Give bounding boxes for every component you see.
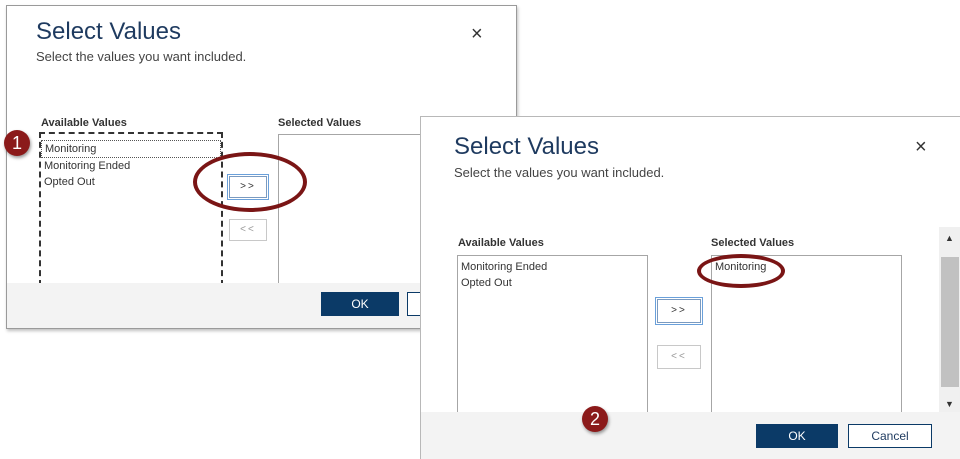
remove-button[interactable]: << — [657, 345, 701, 369]
select-values-dialog-step2: Select Values Select the values you want… — [420, 116, 960, 459]
dialog-footer: OK Cancel — [421, 412, 960, 459]
ok-button[interactable]: OK — [321, 292, 399, 316]
selected-values-list[interactable] — [278, 134, 440, 284]
remove-button[interactable]: << — [229, 219, 267, 241]
list-item-monitoring-ended[interactable]: Monitoring Ended — [458, 259, 647, 275]
selected-values-label: Selected Values — [711, 237, 795, 249]
highlight-add-button-ellipse — [193, 152, 307, 212]
scrollbar[interactable]: ▲ ▼ — [939, 227, 960, 417]
dialog-title: Select Values — [36, 18, 181, 45]
close-icon[interactable]: × — [471, 24, 483, 44]
cancel-button[interactable]: Cancel — [848, 424, 932, 448]
available-values-list[interactable]: Monitoring Ended Opted Out — [457, 255, 648, 417]
list-item-monitoring[interactable]: Monitoring — [41, 140, 221, 158]
scroll-down-icon[interactable]: ▼ — [945, 399, 954, 409]
close-icon[interactable]: × — [915, 137, 927, 157]
step-2-badge: 2 — [582, 406, 608, 432]
available-values-list[interactable]: Monitoring Monitoring Ended Opted Out — [39, 132, 223, 286]
highlight-selected-monitoring-ellipse — [697, 254, 785, 288]
add-button[interactable]: >> — [655, 297, 703, 325]
available-values-label: Available Values — [41, 117, 127, 129]
scroll-up-icon[interactable]: ▲ — [945, 233, 954, 243]
available-values-label: Available Values — [458, 237, 544, 249]
scrollbar-thumb[interactable] — [941, 257, 959, 387]
list-item-monitoring-ended[interactable]: Monitoring Ended — [41, 158, 221, 174]
dialog-subtitle: Select the values you want included. — [36, 49, 247, 64]
dialog-subtitle: Select the values you want included. — [454, 165, 665, 180]
list-item-opted-out[interactable]: Opted Out — [458, 275, 647, 291]
selected-values-label: Selected Values — [278, 117, 362, 129]
step-1-badge: 1 — [4, 130, 30, 156]
ok-button[interactable]: OK — [756, 424, 838, 448]
dialog-title: Select Values — [454, 133, 599, 160]
